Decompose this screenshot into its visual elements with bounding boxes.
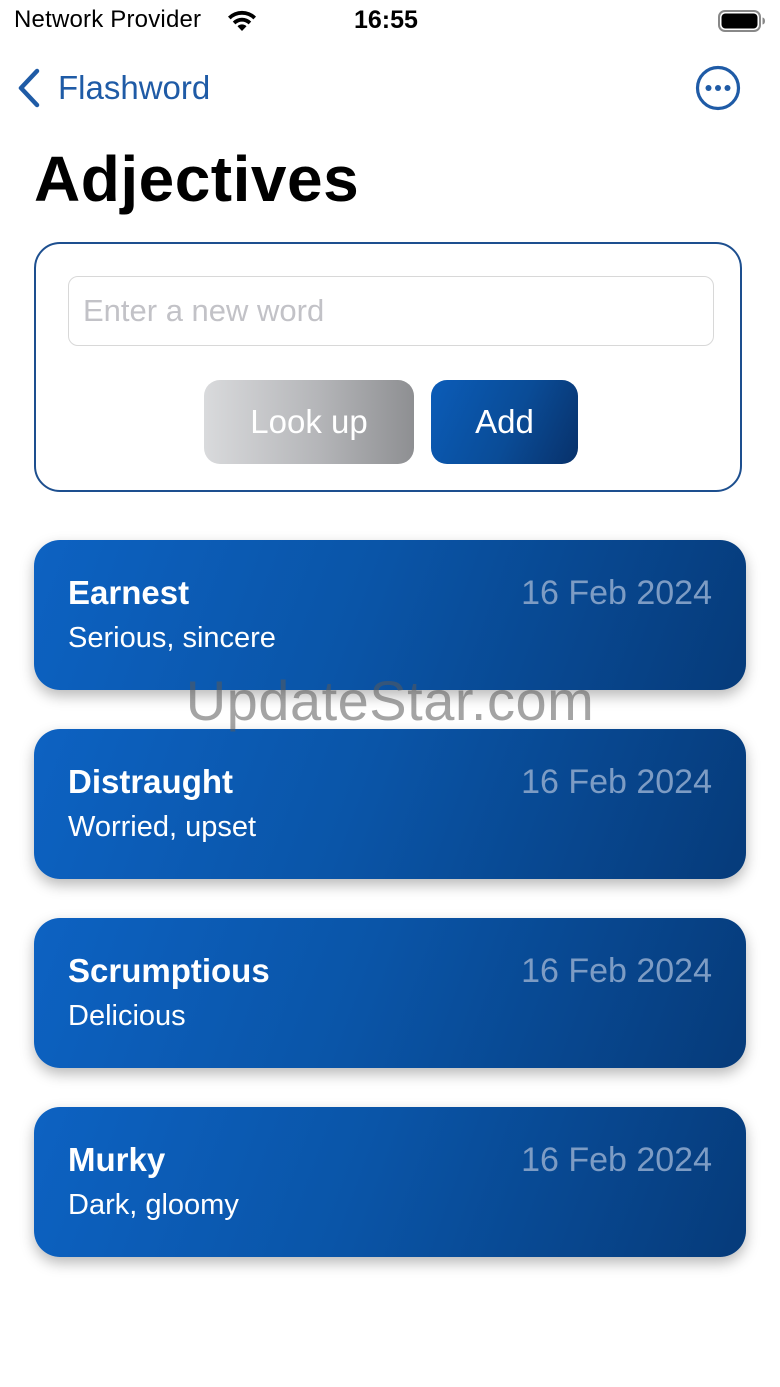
status-time: 16:55: [354, 6, 418, 34]
word-card-distraught[interactable]: Distraught Worried, upset 16 Feb 2024: [34, 729, 746, 879]
page-title: Adjectives: [34, 143, 360, 215]
chevron-left-icon: [18, 68, 40, 108]
word-date: 16 Feb 2024: [521, 1141, 712, 1179]
word-date: 16 Feb 2024: [521, 763, 712, 801]
word-list: Earnest Serious, sincere 16 Feb 2024 Dis…: [34, 540, 746, 1296]
word-meaning: Dark, gloomy: [68, 1189, 239, 1221]
back-button-label: Flashword: [58, 69, 211, 106]
status-bar: Network Provider 16:55: [0, 0, 780, 44]
word-card-earnest[interactable]: Earnest Serious, sincere 16 Feb 2024: [34, 540, 746, 690]
add-button[interactable]: Add: [431, 380, 578, 464]
word-meaning: Worried, upset: [68, 811, 257, 843]
wifi-icon: [228, 10, 256, 31]
new-word-input[interactable]: [68, 276, 714, 346]
battery-icon: [718, 10, 765, 32]
word-title: Distraught: [68, 763, 233, 800]
more-options-button[interactable]: [695, 65, 741, 111]
ellipsis-circle-icon: [695, 65, 741, 111]
word-title: Murky: [68, 1141, 166, 1178]
carrier-label: Network Provider: [14, 6, 202, 33]
back-button[interactable]: Flashword: [14, 62, 210, 114]
word-date: 16 Feb 2024: [521, 574, 712, 612]
word-title: Scrumptious: [68, 952, 270, 989]
word-title: Earnest: [68, 574, 190, 611]
word-card-scrumptious[interactable]: Scrumptious Delicious 16 Feb 2024: [34, 918, 746, 1068]
word-meaning: Delicious: [68, 1000, 186, 1032]
word-meaning: Serious, sincere: [68, 622, 276, 654]
new-word-card: Look up Add: [34, 242, 742, 492]
look-up-button[interactable]: Look up: [204, 380, 414, 464]
word-card-murky[interactable]: Murky Dark, gloomy 16 Feb 2024: [34, 1107, 746, 1257]
word-date: 16 Feb 2024: [521, 952, 712, 990]
